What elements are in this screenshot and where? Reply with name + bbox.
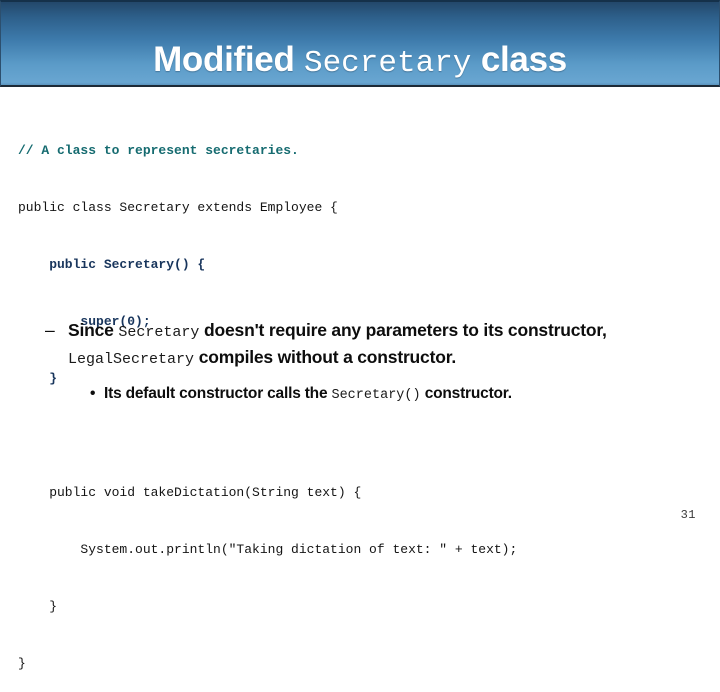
bullet-item-level2: – Since Secretary doesn't require any par… [0,318,720,372]
dash-bullet-icon: – [45,320,55,340]
code-line-method-close: } [18,599,58,614]
title-space-2 [471,40,480,79]
title-word-modified: Modified [153,40,295,80]
code-line-println: System.out.println("Taking dictation of … [18,542,518,557]
code-line-method-decl: public void takeDictation(String text) { [18,485,362,500]
title-word-class: class [480,40,567,80]
title-space-1 [295,40,304,79]
bullet-list: – Since Secretary doesn't require any par… [0,318,720,407]
bullet-l3-text-1: Its default constructor calls the [104,385,332,402]
bullet-l3-code-secretary-ctor: Secretary() [331,388,421,403]
code-line-comment: // A class to represent secretaries. [18,143,299,158]
page-number: 31 [680,508,696,522]
title-word-secretary: Secretary [303,46,472,82]
bullet-l2-text-3: compiles without a constructor. [194,347,457,367]
code-line-class-close: } [18,656,26,671]
bullet-l2-text-2: doesn't require any parameters to its co… [199,320,607,340]
code-line-class-decl: public class Secretary extends Employee … [18,200,338,215]
bullet-l2-text-1: Since [68,320,119,340]
bullet-l2-code-secretary: Secretary [118,324,200,341]
bullet-l3-text-2: constructor. [420,385,512,402]
bullet-item-level3: • Its default constructor calls the Secre… [0,383,720,407]
code-line-constructor-decl: public Secretary() { [18,257,206,272]
bullet-l2-code-legalsecretary: LegalSecretary [68,351,195,368]
page-title: Modified Secretary class [153,42,567,85]
dot-bullet-icon: • [90,385,96,402]
slide-title-bar: Modified Secretary class [0,0,720,87]
